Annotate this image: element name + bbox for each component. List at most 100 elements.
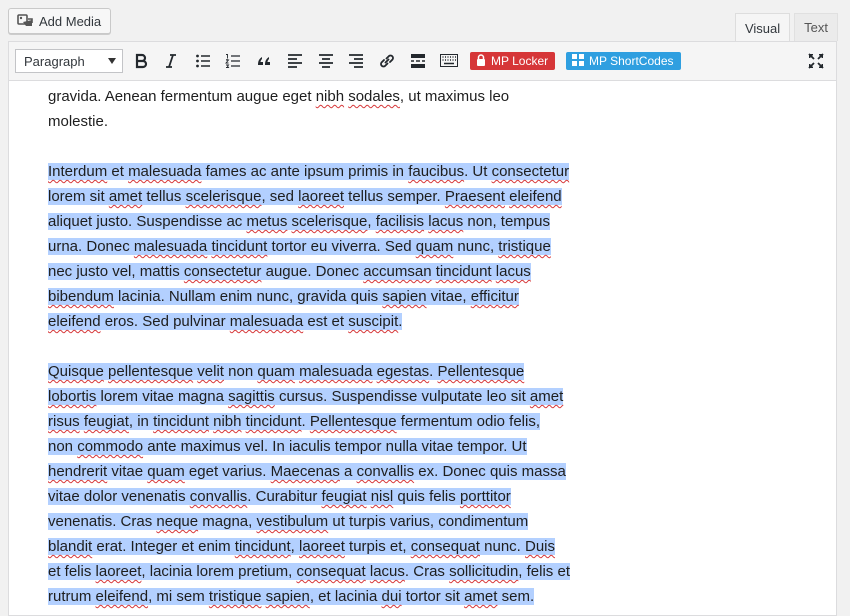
text-run: .: [429, 363, 438, 380]
misspelled-word: porttitor: [459, 488, 511, 505]
misspelled-word: eleifend: [95, 588, 149, 605]
mp-locker-label: MP Locker: [491, 54, 549, 68]
format-select-value: Paragraph: [24, 53, 85, 69]
misspelled-word: amet: [529, 388, 564, 405]
misspelled-word: feugiat: [321, 488, 367, 505]
text-line: gravida. Aenean fermentum augue eget nib…: [48, 88, 509, 105]
text-line: venenatis. Cras neque magna, vestibulum …: [48, 513, 529, 530]
text-run: nunc.: [479, 538, 525, 555]
misspelled-word: tristique: [498, 238, 551, 255]
text-line: hendrerit vitae quam eget varius. Maecen…: [48, 463, 566, 480]
text-run: ut turpis varius, condimentum: [328, 513, 529, 530]
chevron-down-icon: [108, 58, 116, 64]
misspelled-word: pellentesque: [108, 363, 194, 380]
text-run: tellus semper.: [344, 188, 445, 205]
align-center-icon[interactable]: [316, 51, 336, 71]
align-right-icon[interactable]: [346, 51, 366, 71]
text-run: sem.: [497, 588, 535, 605]
bold-icon[interactable]: [131, 51, 151, 71]
editor-content[interactable]: gravida. Aenean fermentum augue eget nib…: [48, 82, 688, 615]
misspelled-word: tincidunt: [245, 413, 302, 430]
text-run: . Ut: [464, 163, 492, 180]
misspelled-word: faucibus: [408, 163, 465, 180]
text-run: rutrum: [48, 588, 96, 605]
text-line: molestie.: [48, 113, 108, 130]
misspelled-word: malesuada: [128, 163, 202, 180]
text-line: lobortis lorem vitae magna sagittis curs…: [48, 388, 564, 405]
misspelled-word: consectetur: [491, 163, 570, 180]
misspelled-word: blandit: [48, 538, 93, 555]
misspelled-word: bibendum: [48, 288, 114, 305]
text-run: , in: [128, 413, 154, 430]
text-run: . Curabitur: [247, 488, 322, 505]
text-line: aliquet justo. Suspendisse ac metus scel…: [48, 213, 550, 230]
add-media-label: Add Media: [39, 13, 102, 29]
text-line: Interdum et malesuada fames ac ante ipsu…: [48, 163, 570, 180]
misspelled-word: quam: [415, 238, 454, 255]
misspelled-word: convallis: [356, 463, 415, 480]
paragraph: gravida. Aenean fermentum augue eget nib…: [48, 84, 688, 134]
text-run: ,: [367, 213, 376, 230]
add-media-button[interactable]: Add Media: [8, 8, 112, 34]
text-run: quis felis: [393, 488, 460, 505]
text-run: venenatis. Cras: [48, 513, 157, 530]
misspelled-word: Quisque: [48, 363, 104, 380]
text-run: aliquet justo. Suspendisse ac: [48, 213, 247, 230]
text-run: . Cras: [404, 563, 450, 580]
misspelled-word: Duis: [525, 538, 556, 555]
text-line: bibendum lacinia. Nullam enim nunc, grav…: [48, 288, 519, 305]
text-run: lorem vitae magna: [96, 388, 229, 405]
misspelled-word: tincidunt: [435, 263, 492, 280]
tab-text[interactable]: Text: [794, 13, 838, 41]
text-run: fermentum odio felis,: [396, 413, 541, 430]
misspelled-word: sapien: [382, 288, 427, 305]
link-icon[interactable]: [377, 51, 397, 71]
misspelled-word: laoreet: [298, 188, 344, 205]
misspelled-word: neque: [156, 513, 199, 530]
misspelled-word: sodales: [348, 88, 400, 105]
text-run: nec justo vel, mattis: [48, 263, 184, 280]
mp-locker-button[interactable]: MP Locker: [470, 52, 556, 70]
blockquote-icon[interactable]: [254, 51, 274, 71]
bullet-list-icon[interactable]: [193, 51, 213, 71]
italic-icon[interactable]: [161, 51, 181, 71]
misspelled-word: facilisis: [375, 213, 425, 230]
misspelled-word: hendrerit: [48, 463, 108, 480]
misspelled-word: Maecenas: [270, 463, 340, 480]
align-left-icon[interactable]: [285, 51, 305, 71]
text-line: Quisque pellentesque velit non quam male…: [48, 363, 525, 380]
read-more-icon[interactable]: [408, 51, 428, 71]
text-run: lacinia. Nullam enim nunc, gravida quis: [113, 288, 383, 305]
text-run: , sed: [261, 188, 299, 205]
misspelled-word: scelerisque: [185, 188, 262, 205]
text-run: lorem sit: [48, 188, 109, 205]
misspelled-word: malesuada: [299, 363, 373, 380]
misspelled-word: eleifend: [48, 313, 101, 330]
text-run: cursus. Suspendisse vulputate leo sit: [274, 388, 530, 405]
misspelled-word: nibh: [213, 413, 242, 430]
text-line: rutrum eleifend, mi sem tristique sapien…: [48, 588, 535, 605]
misspelled-word: malesuada: [133, 238, 208, 255]
text-run: augue. Donec: [261, 263, 364, 280]
numbered-list-icon[interactable]: [223, 51, 243, 71]
misspelled-word: commodo: [77, 438, 144, 455]
text-run: est et: [303, 313, 349, 330]
text-line: non commodo ante maximus vel. In iaculis…: [48, 438, 527, 455]
fullscreen-icon[interactable]: [806, 51, 826, 71]
misspelled-word: lobortis: [48, 388, 97, 405]
text-run: nunc,: [453, 238, 499, 255]
paragraph: Quisque pellentesque velit non quam male…: [48, 359, 688, 609]
format-select[interactable]: Paragraph: [15, 49, 123, 73]
lock-icon: [476, 53, 486, 69]
text-run: et felis: [48, 563, 96, 580]
tab-visual[interactable]: Visual: [734, 13, 791, 42]
misspelled-word: eleifend: [509, 188, 562, 205]
mp-shortcodes-button[interactable]: MP ShortCodes: [566, 52, 681, 70]
text-run: vitae dolor venenatis: [48, 488, 190, 505]
misspelled-word: egestas: [376, 363, 430, 380]
misspelled-word: efficitur: [470, 288, 519, 305]
text-line: blandit erat. Integer et enim tincidunt,…: [48, 538, 556, 555]
text-run: tellus: [142, 188, 186, 205]
misspelled-word: vestibulum: [256, 513, 329, 530]
toolbar-toggle-icon[interactable]: [439, 51, 459, 71]
